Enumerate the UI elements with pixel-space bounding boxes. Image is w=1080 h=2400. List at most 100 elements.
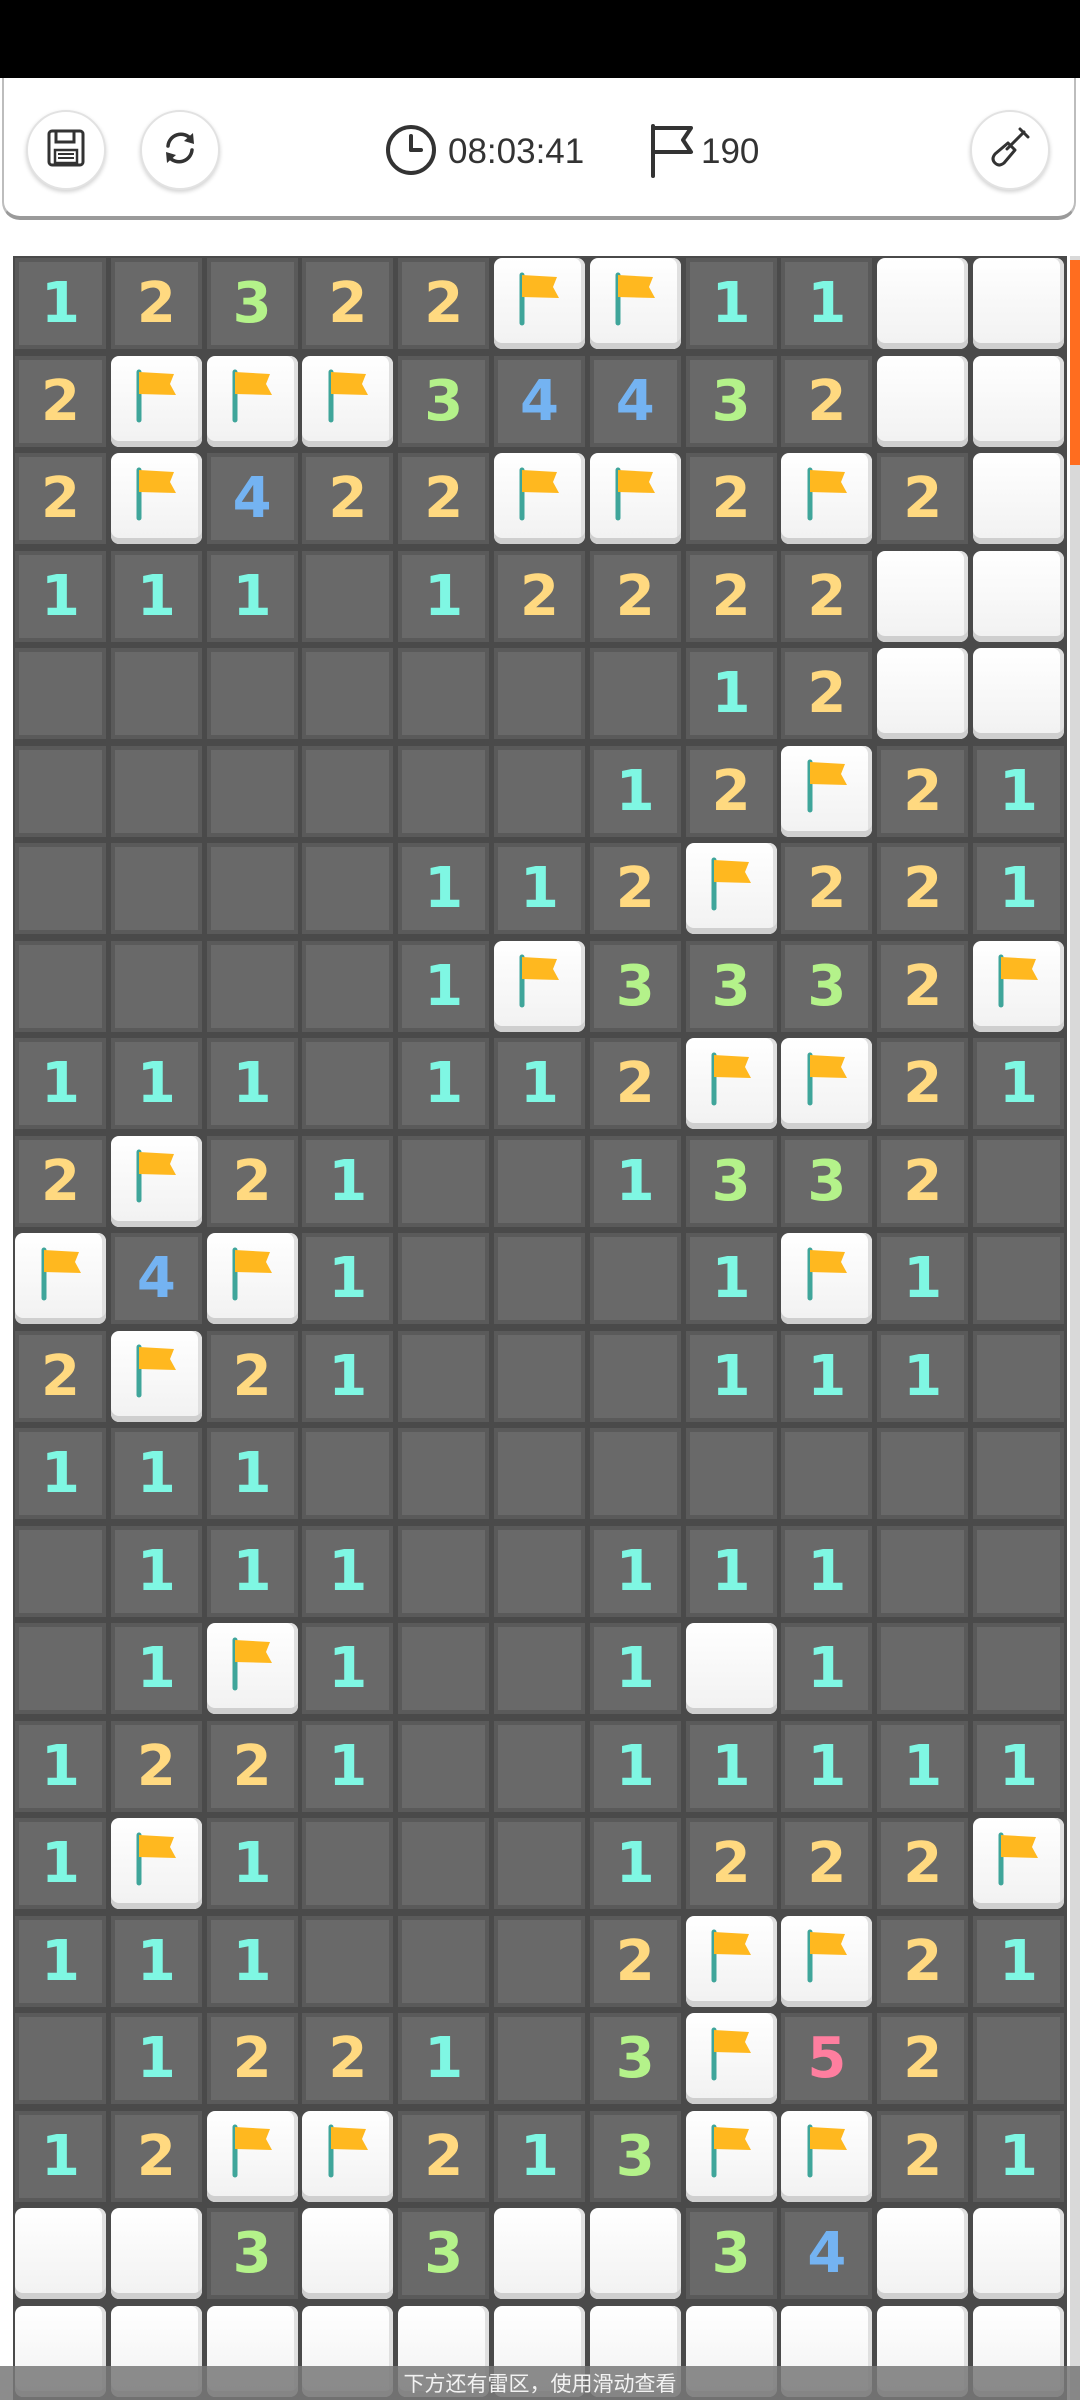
cell-flagged[interactable] [781,2110,873,2202]
cell-flagged[interactable] [972,940,1064,1032]
cell-empty[interactable] [15,843,106,934]
cell-number[interactable]: 1 [206,550,298,642]
cell-number[interactable]: 1 [589,745,681,837]
cell-empty[interactable] [781,1428,873,1519]
cell-number[interactable]: 2 [302,453,394,544]
cell-number[interactable]: 2 [110,2110,202,2202]
cell-number[interactable]: 2 [877,1915,969,2007]
cell-number[interactable]: 2 [781,1818,873,1909]
cell-number[interactable]: 2 [589,1038,681,1129]
cell-number[interactable]: 2 [15,1135,106,1227]
cell-empty[interactable] [589,1330,681,1422]
cell-number[interactable]: 4 [206,453,298,544]
cell-empty[interactable] [589,648,681,739]
cell-number[interactable]: 3 [781,1135,873,1227]
cell-flagged[interactable] [685,1038,777,1129]
cell-number[interactable]: 1 [302,1720,394,1812]
cell-hidden[interactable] [972,2208,1064,2299]
cell-hidden[interactable] [972,258,1064,349]
cell-number[interactable]: 1 [398,2013,490,2104]
cell-number[interactable]: 1 [15,1818,106,1909]
cell-empty[interactable] [877,1623,969,1714]
cell-empty[interactable] [493,1720,585,1812]
scrollbar-thumb[interactable] [1070,260,1080,465]
cell-flagged[interactable] [781,1038,873,1129]
cell-number[interactable]: 3 [589,940,681,1032]
cell-hidden[interactable] [493,2208,585,2299]
cell-number[interactable]: 1 [972,843,1064,934]
cell-empty[interactable] [685,1428,777,1519]
cell-empty[interactable] [493,1623,585,1714]
cell-number[interactable]: 2 [206,2013,298,2104]
cell-empty[interactable] [302,843,394,934]
cell-empty[interactable] [206,648,298,739]
cell-empty[interactable] [877,1525,969,1617]
cell-empty[interactable] [15,1623,106,1714]
cell-number[interactable]: 4 [110,1233,202,1324]
cell-number[interactable]: 2 [877,843,969,934]
cell-number[interactable]: 1 [302,1135,394,1227]
cell-number[interactable]: 3 [685,2208,777,2299]
cell-number[interactable]: 1 [15,1720,106,1812]
cell-number[interactable]: 1 [972,1915,1064,2007]
cell-number[interactable]: 2 [206,1720,298,1812]
cell-empty[interactable] [302,940,394,1032]
cell-empty[interactable] [972,2013,1064,2104]
cell-number[interactable]: 2 [206,1135,298,1227]
cell-empty[interactable] [206,940,298,1032]
cell-number[interactable]: 1 [493,2110,585,2202]
cell-empty[interactable] [972,1233,1064,1324]
cell-empty[interactable] [493,1525,585,1617]
cell-hidden[interactable] [15,2208,106,2299]
cell-empty[interactable] [302,550,394,642]
cell-number[interactable]: 2 [398,2110,490,2202]
cell-number[interactable]: 1 [15,258,106,349]
cell-flagged[interactable] [589,453,681,544]
save-button[interactable] [26,110,106,190]
cell-number[interactable]: 2 [685,1818,777,1909]
cell-number[interactable]: 1 [15,550,106,642]
cell-number[interactable]: 1 [493,1038,585,1129]
cell-empty[interactable] [110,843,202,934]
cell-number[interactable]: 2 [589,843,681,934]
cell-number[interactable]: 3 [685,940,777,1032]
cell-number[interactable]: 4 [493,355,585,447]
cell-number[interactable]: 2 [781,648,873,739]
cell-number[interactable]: 1 [589,1623,681,1714]
cell-number[interactable]: 1 [302,1233,394,1324]
cell-number[interactable]: 2 [685,745,777,837]
cell-empty[interactable] [493,1818,585,1909]
cell-empty[interactable] [398,1818,490,1909]
cell-number[interactable]: 2 [685,550,777,642]
cell-hidden[interactable] [972,355,1064,447]
cell-flagged[interactable] [206,1233,298,1324]
cell-flagged[interactable] [685,2110,777,2202]
cell-empty[interactable] [877,1428,969,1519]
cell-number[interactable]: 2 [877,2013,969,2104]
cell-empty[interactable] [15,648,106,739]
cell-number[interactable]: 1 [589,1818,681,1909]
cell-empty[interactable] [493,1233,585,1324]
cell-number[interactable]: 1 [15,1428,106,1519]
cell-number[interactable]: 1 [972,1038,1064,1129]
cell-number[interactable]: 2 [398,258,490,349]
cell-number[interactable]: 1 [685,1233,777,1324]
cell-flagged[interactable] [493,940,585,1032]
cell-number[interactable]: 1 [398,843,490,934]
cell-number[interactable]: 4 [589,355,681,447]
cell-number[interactable]: 2 [877,2110,969,2202]
cell-empty[interactable] [302,1038,394,1129]
cell-number[interactable]: 2 [493,550,585,642]
cell-number[interactable]: 2 [398,453,490,544]
cell-number[interactable]: 1 [493,843,585,934]
cell-number[interactable]: 1 [206,1428,298,1519]
cell-empty[interactable] [398,1623,490,1714]
cell-empty[interactable] [398,1233,490,1324]
cell-hidden[interactable] [110,2208,202,2299]
cell-number[interactable]: 1 [589,1525,681,1617]
cell-flagged[interactable] [15,1233,106,1324]
cell-flagged[interactable] [110,1818,202,1909]
cell-number[interactable]: 1 [302,1330,394,1422]
cell-flagged[interactable] [302,2110,394,2202]
cell-empty[interactable] [302,1915,394,2007]
